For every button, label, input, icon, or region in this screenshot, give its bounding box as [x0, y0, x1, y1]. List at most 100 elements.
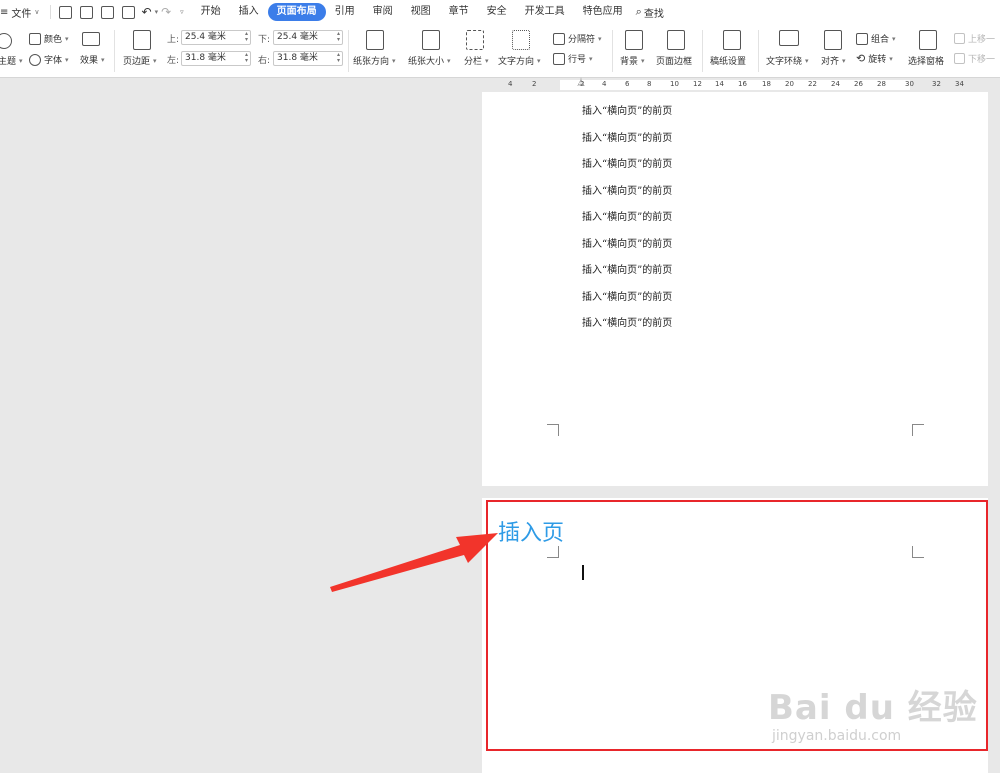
align-icon	[824, 30, 842, 50]
effect-icon-button[interactable]	[82, 32, 100, 46]
font-button[interactable]: 字体 ▾	[29, 53, 69, 66]
theme-label: 主题	[0, 57, 17, 67]
selection-pane-button[interactable]: 选择窗格	[908, 54, 944, 67]
size-icon-button[interactable]	[422, 30, 440, 50]
file-menu[interactable]: ≡ 文件 ∨	[0, 0, 40, 24]
text-direction-label: 文字方向	[498, 57, 535, 67]
background-button[interactable]: 背景 ▾	[620, 54, 645, 68]
tab-0[interactable]: 开始	[192, 3, 230, 21]
divider	[758, 30, 759, 72]
tab-7[interactable]: 安全	[478, 3, 516, 21]
tab-2[interactable]: 页面布局	[267, 3, 326, 21]
columns-label: 分栏	[464, 57, 483, 67]
text-direction-icon-button[interactable]	[512, 30, 530, 50]
font-label: 字体	[44, 56, 63, 66]
theme-icon-button[interactable]	[0, 33, 12, 49]
color-button[interactable]: 颜色 ▾	[29, 32, 69, 45]
save-icon[interactable]	[58, 5, 72, 19]
orientation-label: 纸张方向	[353, 57, 390, 67]
manuscript-icon-button[interactable]	[723, 30, 741, 50]
margin-corner-mark	[912, 424, 924, 436]
quick-access-more-icon[interactable]: ▿	[180, 8, 184, 16]
orientation-button[interactable]: 纸张方向 ▾	[353, 54, 396, 68]
wrap-text-icon-button[interactable]	[779, 30, 799, 46]
bottom-margin-field[interactable]: 25.4 毫米 ▴ ▾	[273, 30, 343, 45]
line-numbers-button[interactable]: 行号 ▾	[553, 52, 593, 65]
align-icon-button[interactable]	[824, 30, 842, 50]
bring-forward-button[interactable]: 上移一	[954, 32, 995, 45]
tab-4[interactable]: 审阅	[364, 3, 402, 21]
bring-forward-label: 上移一	[968, 35, 996, 45]
text-direction-icon	[512, 30, 530, 50]
text-direction-button[interactable]: 文字方向 ▾	[498, 54, 541, 68]
stepper-icon[interactable]: ▴ ▾	[337, 52, 340, 64]
paragraph-line: 插入“横向页”的前页	[582, 106, 673, 117]
orientation-icon-button[interactable]	[366, 30, 384, 50]
stepper-icon[interactable]: ▴ ▾	[245, 52, 248, 64]
ruler-tick-label: 16	[738, 80, 747, 88]
redo-icon[interactable]: ↷	[161, 5, 171, 19]
indent-marker-icon[interactable]: ⏅	[577, 77, 585, 88]
stepper-icon[interactable]: ▴ ▾	[337, 31, 340, 43]
print-preview-icon[interactable]	[121, 5, 135, 19]
ribbon-tabs: 开始 插入 页面布局 引用 审阅 视图 章节 安全 开发工具 特色应用	[192, 3, 632, 21]
menu-icon[interactable]: ≡	[0, 7, 8, 18]
tab-3[interactable]: 引用	[326, 3, 364, 21]
color-grid-icon	[29, 32, 41, 45]
left-margin-field[interactable]: 31.8 毫米 ▴ ▾	[181, 51, 251, 66]
paragraph-line: 插入“横向页”的前页	[582, 238, 673, 250]
margins-button[interactable]: 页边距 ▾	[123, 54, 157, 68]
margins-icon-button[interactable]	[133, 30, 151, 50]
columns-icon-button[interactable]	[466, 30, 484, 50]
send-backward-button[interactable]: 下移一	[954, 52, 995, 65]
theme-button[interactable]: 主题 ▾	[0, 54, 23, 68]
columns-button[interactable]: 分栏 ▾	[464, 54, 489, 68]
page-border-button[interactable]: 页面边框	[656, 54, 692, 67]
undo-dropdown-icon[interactable]: ▾	[155, 8, 159, 16]
selection-pane-icon-button[interactable]	[919, 30, 937, 50]
margins-label: 页边距	[123, 57, 151, 67]
annotation-title: 插入页	[498, 521, 565, 546]
undo-icon[interactable]: ↶	[142, 5, 152, 19]
paragraph-line: 插入“横向页”的前页	[582, 185, 673, 197]
page-orientation-icon	[366, 30, 384, 50]
bottom-margin-label: 下:	[258, 35, 271, 45]
divider	[114, 30, 115, 72]
send-backward-icon	[954, 53, 965, 64]
right-margin-field[interactable]: 31.8 毫米 ▴ ▾	[273, 51, 343, 66]
breaks-button[interactable]: 分隔符 ▾	[553, 32, 602, 45]
rotate-button[interactable]: ⟲ 旋转 ▾	[856, 52, 893, 65]
search-button[interactable]: ⌕ 查找	[636, 0, 664, 24]
tab-5[interactable]: 视图	[402, 3, 440, 21]
wrap-text-label: 文字环绕	[766, 57, 803, 67]
paragraph-line: 插入“横向页”的前页	[582, 265, 673, 276]
format-painter-icon[interactable]	[79, 5, 93, 19]
ruler-tick-label: 28	[877, 80, 886, 88]
tab-6[interactable]: 章节	[440, 3, 478, 21]
right-margin-value: 31.8 毫米	[277, 53, 318, 63]
page-border-icon-button[interactable]	[667, 30, 685, 50]
palette-icon	[0, 33, 12, 49]
background-icon	[625, 30, 643, 50]
stepper-icon[interactable]: ▴ ▾	[245, 31, 248, 43]
effect-button[interactable]: 效果 ▾	[80, 53, 105, 67]
manuscript-button[interactable]: 稿纸设置	[710, 54, 746, 67]
background-icon-button[interactable]	[625, 30, 643, 50]
tab-8[interactable]: 开发工具	[516, 3, 574, 21]
top-margin-field[interactable]: 25.4 毫米 ▴ ▾	[181, 30, 251, 45]
wrap-text-button[interactable]: 文字环绕 ▾	[766, 54, 809, 68]
rotate-label: 旋转	[868, 55, 887, 65]
paragraph-line: 插入“横向页”的前页	[582, 132, 673, 144]
print-icon[interactable]	[100, 5, 114, 19]
align-button[interactable]: 对齐 ▾	[821, 54, 846, 68]
columns-icon	[466, 30, 484, 50]
horizontal-ruler[interactable]: 4 2 2 4 6 8 10 12 14 16 18 20 22 24 26 28 30 32 34 ⏅	[500, 78, 1000, 92]
ruler-tick-label: 22	[808, 80, 817, 88]
document-page[interactable]: 插入“横向页”的前页 插入“横向页”的前页 插入“横向页”的前页 插入“横向页”的前页…	[482, 92, 988, 486]
tab-9[interactable]: 特色应用	[574, 3, 632, 21]
font-icon	[29, 53, 41, 66]
menu-bar: ≡ 文件 ∨ ↶ ▾ ↷ ▿ 开始 插入 页面布局 引用 审阅 视图 章节 安全 开发工具 特色应…	[0, 0, 1000, 24]
group-button[interactable]: 组合 ▾	[856, 32, 896, 45]
size-button[interactable]: 纸张大小 ▾	[408, 54, 451, 68]
tab-1[interactable]: 插入	[230, 3, 268, 21]
